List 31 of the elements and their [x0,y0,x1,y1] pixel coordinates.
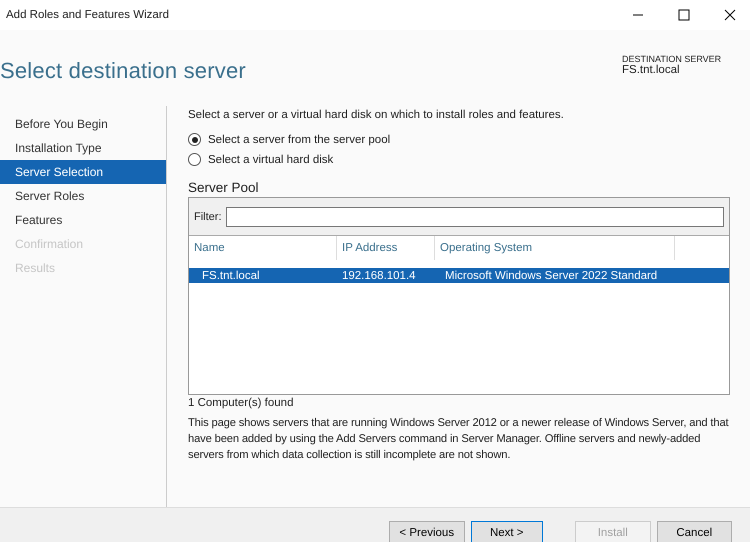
section-heading: Server Pool [188,180,260,195]
sidebar-item[interactable]: Server Selection [0,160,166,184]
maximize-icon[interactable] [678,9,690,21]
intro-text: Select a server or a virtual hard disk on which to install roles and features. [188,109,565,121]
filter-field[interactable] [226,206,724,226]
column-header[interactable]: Operating System [435,236,675,260]
window-title: Add Roles and Features Wizard [6,9,169,21]
radio-label[interactable]: Select a virtual hard disk [208,154,334,166]
destination-label: DESTINATION SERVER [622,54,722,64]
sidebar-item[interactable]: Before You Begin [0,112,166,136]
filter-label: Filter: [194,210,222,222]
radio-button[interactable] [188,133,201,146]
info-paragraph: This page shows servers that are running Windows Server 2012 or a newer release of Windows Server, and that have been added by using the Add Servers command in Server Manager. Offline servers and newly-added servers from which data collection is still incomplete are not shown. [188,416,730,463]
sidebar-item[interactable]: Installation Type [0,136,166,160]
radio-label[interactable]: Select a server from the server pool [208,134,390,146]
close-icon[interactable] [724,9,736,21]
wizard-button[interactable]: Next > [470,521,544,542]
column-header[interactable]: Name [189,236,337,260]
wizard-button[interactable]: < Previous [389,521,464,542]
table-cell-text: Microsoft Windows Server 2022 Standard [444,270,658,282]
column-header[interactable]: IP Address [337,236,435,260]
radio-button[interactable] [188,153,201,166]
table-cell-text: FS.tnt.local [201,270,261,282]
table-cell-text: 192.168.101.4 [341,270,417,282]
page-title: Select destination server [0,58,246,84]
table-row[interactable]: FS.tnt.local 192.168.101.4 Microsoft Windows Server 2022 Standard [189,268,729,283]
result-count: 1 Computer(s) found [188,397,294,409]
sidebar-item[interactable]: Server Roles [0,184,166,208]
wizard-button[interactable]: Cancel [656,521,732,542]
sidebar-item[interactable]: Features [0,208,166,232]
destination-server: FS.tnt.local [622,64,681,76]
